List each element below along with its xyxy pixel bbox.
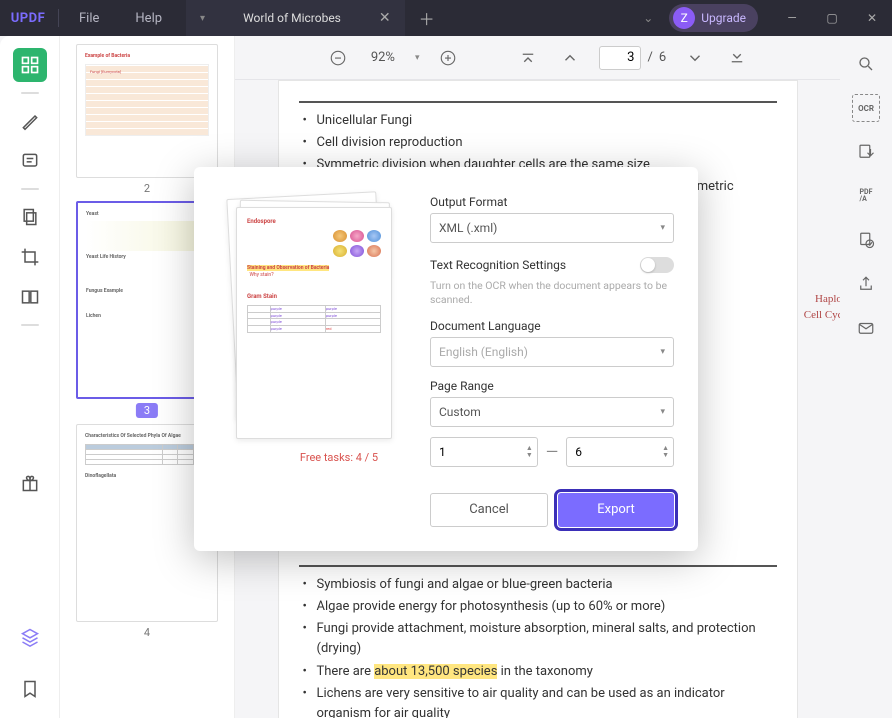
bullet-item: Algae provide energy for photosynthesis … [303, 597, 777, 617]
gift-button[interactable] [13, 466, 47, 500]
preview-stack: Endospore Staining and Observation of Ba… [232, 195, 396, 439]
handwritten-annotation: Haploid [815, 291, 840, 308]
menu-help[interactable]: Help [117, 11, 180, 26]
add-tab-button[interactable]: ＋ [405, 6, 449, 30]
language-label: Document Language [430, 319, 674, 333]
total-pages: 6 [659, 50, 666, 65]
bullet-item: There are about 13,500 species in the ta… [303, 662, 777, 682]
output-format-label: Output Format [430, 195, 674, 209]
chevron-down-icon: ▾ [660, 347, 665, 357]
page-range-select[interactable]: Custom▾ [430, 397, 674, 427]
last-page-button[interactable] [724, 45, 750, 71]
page-separator: / [647, 50, 652, 65]
menu-file[interactable]: File [61, 11, 117, 26]
handwritten-annotation: Cell Cycle [804, 307, 840, 324]
export-modal: Endospore Staining and Observation of Ba… [194, 167, 698, 550]
window-dropdown-icon[interactable]: ⌄ [627, 11, 669, 25]
maximize-icon[interactable]: ▢ [812, 0, 852, 36]
chevron-down-icon: ▾ [660, 407, 665, 417]
range-dash: — [546, 442, 559, 461]
page-manager-button[interactable] [13, 200, 47, 234]
cancel-button[interactable]: Cancel [430, 493, 548, 527]
thumbnails-button[interactable] [13, 48, 47, 82]
stepper-down-icon[interactable]: ▼ [526, 452, 533, 459]
comments-button[interactable] [13, 144, 47, 178]
zoom-in-button[interactable] [435, 45, 461, 71]
email-icon[interactable] [852, 314, 880, 342]
pdfa-button[interactable]: PDF/A [852, 182, 880, 210]
language-select[interactable]: English (English)▾ [430, 337, 674, 367]
free-tasks-counter: Free tasks: 4 / 5 [300, 451, 378, 464]
search-icon[interactable] [852, 50, 880, 78]
ocr-description: Turn on the OCR when the document appear… [430, 279, 674, 306]
close-window-icon[interactable]: ✕ [852, 0, 892, 36]
highlighter-button[interactable] [13, 104, 47, 138]
prev-page-button[interactable] [557, 45, 583, 71]
zoom-dropdown-icon[interactable]: ▾ [415, 53, 420, 63]
upgrade-button[interactable]: Z Upgrade [669, 4, 758, 32]
output-format-select[interactable]: XML (.xml)▾ [430, 213, 674, 243]
layers-button[interactable] [13, 620, 47, 654]
crop-button[interactable] [13, 240, 47, 274]
ocr-toggle[interactable] [640, 257, 674, 273]
bullet-item: Symbiosis of fungi and algae or blue-gre… [303, 575, 777, 595]
compare-button[interactable] [13, 280, 47, 314]
zoom-value: 92% [367, 50, 399, 65]
range-from-input[interactable]: 1 ▲▼ [430, 437, 538, 467]
titlebar: UPDF File Help ▾ World of Microbes ✕ ＋ ⌄… [0, 0, 892, 36]
thumbnail-number: 4 [76, 626, 218, 639]
app-logo: UPDF [0, 11, 56, 26]
bullet-item: Cell division reproduction [303, 133, 777, 153]
left-rail [0, 36, 60, 718]
minimize-icon[interactable]: — [772, 0, 812, 36]
export-button[interactable]: Export [558, 493, 674, 527]
tab-title: World of Microbes [225, 11, 359, 25]
share-icon[interactable] [852, 270, 880, 298]
right-rail: OCR PDF/A [840, 36, 892, 718]
ocr-button[interactable]: OCR [852, 94, 880, 122]
reduce-size-button[interactable] [852, 138, 880, 166]
next-page-button[interactable] [682, 45, 708, 71]
first-page-button[interactable] [515, 45, 541, 71]
document-tab[interactable]: ▾ World of Microbes ✕ [186, 0, 405, 36]
tab-dropdown-icon[interactable]: ▾ [200, 13, 205, 24]
avatar: Z [673, 7, 695, 29]
bullet-item: Unicellular Fungi [303, 111, 777, 131]
range-to-input[interactable]: 6 ▲▼ [566, 437, 674, 467]
stepper-down-icon[interactable]: ▼ [662, 452, 669, 459]
bookmark-button[interactable] [13, 672, 47, 706]
top-toolbar: 92% ▾ / 6 [235, 36, 840, 80]
ocr-label: Text Recognition Settings [430, 258, 566, 272]
convert-button[interactable] [852, 226, 880, 254]
page-input[interactable] [599, 46, 641, 70]
chevron-down-icon: ▾ [660, 223, 665, 233]
bullet-item: Fungi provide attachment, moisture absor… [303, 619, 777, 659]
close-tab-icon[interactable]: ✕ [379, 10, 391, 26]
bullet-item: Lichens are very sensitive to air qualit… [303, 684, 777, 718]
zoom-out-button[interactable] [325, 45, 351, 71]
page-range-label: Page Range [430, 379, 674, 393]
thumbnail-number: 3 [136, 403, 158, 418]
